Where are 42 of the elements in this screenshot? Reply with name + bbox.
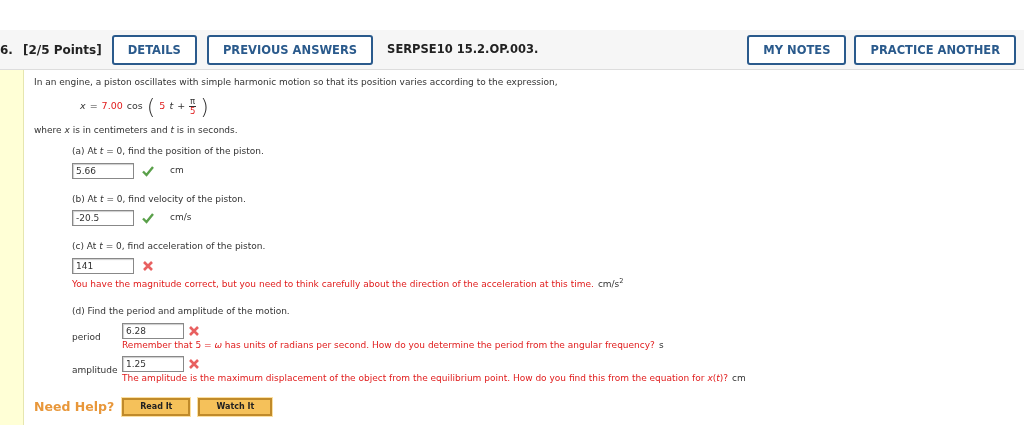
answer-field[interactable]: 5.66 — [72, 162, 134, 179]
question-text: (c) At t = 0, find acceleration of the piston. — [72, 240, 267, 253]
feedback-text: The amplitude is the maximum displacement of the object from the equilibrium point. How do you find this from the equation for x(t)? — [122, 373, 729, 383]
question-text: (a) At t = 0, find the position of the piston. — [72, 145, 265, 158]
feedback-text: You have the magnitude correct, but you need to think carefully about the direction of the acceleration at this time. — [72, 278, 594, 289]
read-button[interactable]: Read It — [122, 397, 191, 416]
equation-variable: x — [80, 99, 86, 114]
question-code: SERPSE10 15.2.OP.003. — [387, 40, 539, 58]
field-label: period — [72, 330, 102, 344]
field-label: amplitude — [72, 364, 119, 377]
intro-text: In an engine, a piston oscillates with simple harmonic motion so that its position varies according to the expression, — [34, 76, 559, 89]
previous-answers-button[interactable]: PREVIOUS ANSWERS — [206, 34, 374, 65]
points-score: [2/5 Points] — [22, 41, 102, 59]
question-number: 6. — [0, 41, 13, 59]
unit-text: cm/s$^{2}$ — [597, 278, 624, 289]
omega-value: 5 — [159, 99, 166, 114]
answer-field[interactable]: 6.28 — [122, 322, 184, 339]
fraction-numerator: π — [189, 96, 197, 107]
unit-text: cm — [170, 163, 184, 177]
amplitude-value: 7.00 — [101, 99, 123, 114]
answer-field[interactable]: 1.25 — [122, 356, 184, 372]
unit-text: s — [658, 339, 664, 350]
unit-text: cm/s — [170, 211, 192, 225]
answer-field[interactable]: -20.5 — [72, 210, 134, 226]
watch-button[interactable]: Watch It — [198, 397, 273, 416]
details-button[interactable]: DETAILS — [111, 34, 197, 65]
feedback-text: Remember that 5 = ω has units of radians per second. How do you determine the period from the angular frequency? — [122, 339, 655, 350]
answer-field[interactable]: 141 — [72, 257, 134, 274]
fraction-denominator: 5 — [189, 107, 196, 117]
time-variable: t — [169, 99, 174, 114]
where-text: where x is in centimeters and t is in seconds. — [34, 123, 239, 137]
question-text: (d) Find the period and amplitude of the motion. — [72, 305, 291, 318]
equals-sign: = — [89, 99, 98, 114]
help-label: Need Help? — [34, 397, 115, 416]
question-text: (b) At t = 0, find velocity of the piston. — [72, 192, 247, 206]
unit-text: cm — [732, 373, 746, 383]
notes-button[interactable]: MY NOTES — [747, 34, 847, 65]
parenthesis: ) — [200, 95, 209, 118]
plus-sign: + — [177, 99, 186, 114]
parenthesis: ( — [146, 95, 156, 118]
cosine-text: cos — [126, 99, 143, 114]
practice-button[interactable]: PRACTICE ANOTHER — [854, 34, 1016, 65]
